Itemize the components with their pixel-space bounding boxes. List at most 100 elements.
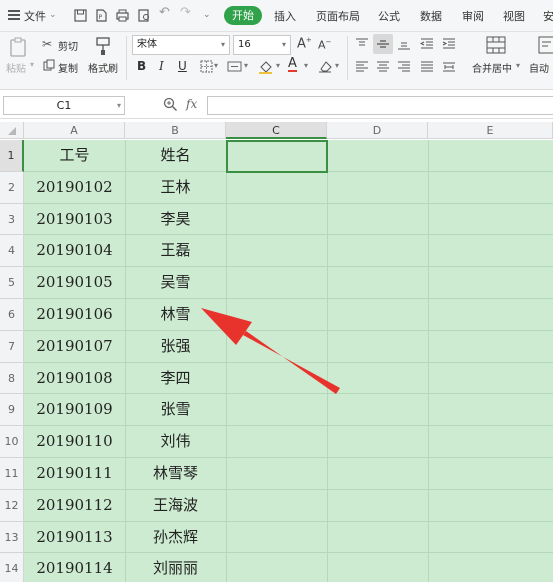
font-name-select[interactable]: 宋体 ▾ bbox=[132, 35, 230, 55]
cell-name[interactable]: 刘丽丽 bbox=[125, 553, 226, 582]
cell-name[interactable]: 刘伟 bbox=[125, 426, 226, 458]
cell-name[interactable]: 李四 bbox=[125, 363, 226, 395]
undo-icon[interactable]: ↶ bbox=[159, 5, 170, 20]
tab-data[interactable]: 数据 bbox=[420, 8, 442, 24]
row-header[interactable]: 9 bbox=[0, 394, 24, 427]
row-header[interactable]: 5 bbox=[0, 267, 24, 299]
increase-indent-icon[interactable] bbox=[442, 37, 456, 51]
row-header[interactable]: 8 bbox=[0, 362, 24, 395]
output-pdf-icon[interactable]: P bbox=[95, 9, 108, 22]
justify-icon[interactable] bbox=[420, 60, 434, 74]
column-header-c[interactable]: C bbox=[226, 122, 327, 139]
paste-chevron-icon[interactable]: ▾ bbox=[30, 60, 34, 69]
increase-font-size-icon[interactable]: A+ bbox=[297, 36, 312, 51]
font-size-select[interactable]: 16 ▾ bbox=[233, 35, 291, 55]
merge-chevron-icon[interactable]: ▾ bbox=[516, 61, 520, 70]
cell-area[interactable]: 工号 姓名 20190102 王林 20190103 李昊 20190104 王磊 201901… bbox=[24, 140, 553, 582]
hamburger-menu-icon[interactable] bbox=[8, 10, 20, 20]
row-header[interactable]: 14 bbox=[0, 553, 24, 582]
cell-name[interactable]: 王磊 bbox=[125, 235, 226, 267]
fx-icon[interactable]: fx bbox=[186, 97, 197, 111]
clear-format-icon[interactable] bbox=[318, 60, 332, 73]
row-header[interactable]: 3 bbox=[0, 203, 24, 236]
tab-review[interactable]: 审阅 bbox=[462, 8, 484, 24]
row-header[interactable]: 6 bbox=[0, 299, 24, 331]
copy-button[interactable]: 复制 bbox=[58, 60, 78, 75]
row-header[interactable]: 11 bbox=[0, 458, 24, 490]
cell-name[interactable]: 李昊 bbox=[125, 204, 226, 236]
tab-view[interactable]: 视图 bbox=[503, 8, 525, 24]
cut-icon[interactable]: ✂ bbox=[42, 37, 52, 51]
font-color-icon[interactable]: A bbox=[288, 57, 297, 72]
row-header[interactable]: 2 bbox=[0, 171, 24, 204]
cell-name[interactable]: 王海波 bbox=[125, 490, 226, 522]
cell-name[interactable]: 孙杰辉 bbox=[125, 522, 226, 554]
distributed-align-icon[interactable] bbox=[442, 60, 456, 74]
cell-name[interactable]: 王林 bbox=[125, 172, 226, 204]
cell-employee-id[interactable]: 20190107 bbox=[24, 331, 125, 363]
paste-icon[interactable] bbox=[9, 37, 27, 57]
cell-name[interactable]: 张雪 bbox=[125, 394, 226, 426]
tab-security[interactable]: 安 bbox=[543, 8, 553, 24]
chevron-down-icon[interactable]: ▾ bbox=[304, 61, 308, 70]
merge-center-button[interactable]: 合并居中 bbox=[472, 60, 512, 75]
align-middle-icon[interactable] bbox=[376, 37, 390, 51]
cell-employee-id[interactable]: 20190103 bbox=[24, 204, 125, 236]
align-left-icon[interactable] bbox=[355, 60, 369, 74]
cell-employee-id[interactable]: 20190111 bbox=[24, 458, 125, 490]
align-center-icon[interactable] bbox=[376, 60, 390, 74]
bold-icon[interactable]: B bbox=[137, 59, 146, 73]
cell-employee-id[interactable]: 20190110 bbox=[24, 426, 125, 458]
format-painter-icon[interactable] bbox=[94, 36, 112, 56]
column-header-b[interactable]: B bbox=[125, 122, 226, 139]
print-icon[interactable] bbox=[116, 9, 129, 22]
auto-wrap-icon[interactable] bbox=[538, 36, 553, 54]
cell-employee-id[interactable]: 20190105 bbox=[24, 267, 125, 299]
row-header[interactable]: 7 bbox=[0, 330, 24, 363]
italic-icon[interactable]: I bbox=[159, 59, 164, 73]
border-icon[interactable] bbox=[200, 60, 213, 73]
cell-name[interactable]: 张强 bbox=[125, 331, 226, 363]
tab-insert[interactable]: 插入 bbox=[274, 8, 296, 24]
row-header[interactable]: 13 bbox=[0, 521, 24, 554]
tab-page-layout[interactable]: 页面布局 bbox=[316, 8, 360, 24]
fill-color-icon[interactable] bbox=[258, 59, 273, 74]
cell-employee-id[interactable]: 工号 bbox=[24, 140, 125, 172]
align-bottom-icon[interactable] bbox=[397, 37, 411, 51]
formula-input[interactable] bbox=[207, 96, 553, 115]
row-header[interactable]: 1 bbox=[0, 140, 24, 172]
select-all-corner[interactable] bbox=[0, 122, 24, 139]
tab-formulas[interactable]: 公式 bbox=[378, 8, 400, 24]
row-header[interactable]: 4 bbox=[0, 235, 24, 268]
save-icon[interactable] bbox=[74, 9, 87, 22]
cell-name[interactable]: 姓名 bbox=[125, 140, 226, 172]
decrease-font-size-icon[interactable]: A− bbox=[318, 38, 331, 52]
print-preview-icon[interactable] bbox=[138, 9, 151, 22]
merge-center-icon[interactable] bbox=[486, 36, 506, 54]
redo-icon[interactable]: ↷ bbox=[180, 5, 191, 20]
align-top-icon[interactable] bbox=[355, 37, 369, 51]
cell-employee-id[interactable]: 20190109 bbox=[24, 394, 125, 426]
decrease-indent-icon[interactable] bbox=[420, 37, 434, 51]
column-header-a[interactable]: A bbox=[24, 122, 125, 139]
cell-name[interactable]: 吴雪 bbox=[125, 267, 226, 299]
chevron-down-icon[interactable]: ▾ bbox=[335, 61, 339, 70]
file-menu[interactable]: 文件 bbox=[24, 8, 46, 24]
cell-employee-id[interactable]: 20190112 bbox=[24, 490, 125, 522]
cell-employee-id[interactable]: 20190102 bbox=[24, 172, 125, 204]
active-cell-c1[interactable] bbox=[226, 140, 328, 173]
name-box[interactable]: C1 ▾ bbox=[3, 96, 125, 115]
copy-icon[interactable] bbox=[43, 59, 55, 71]
tab-start[interactable]: 开始 bbox=[224, 6, 262, 25]
quick-access-more-icon[interactable]: ⌄ bbox=[203, 10, 211, 20]
chevron-down-icon[interactable]: ▾ bbox=[214, 61, 218, 70]
row-header[interactable]: 12 bbox=[0, 489, 24, 522]
chevron-down-icon[interactable]: ▾ bbox=[244, 61, 248, 70]
align-right-icon[interactable] bbox=[397, 60, 411, 74]
column-header-e[interactable]: E bbox=[428, 122, 553, 139]
cell-employee-id[interactable]: 20190106 bbox=[24, 299, 125, 331]
cell-employee-id[interactable]: 20190104 bbox=[24, 235, 125, 267]
zoom-icon[interactable] bbox=[163, 97, 178, 112]
cell-name[interactable]: 林雪琴 bbox=[125, 458, 226, 490]
cut-button[interactable]: 剪切 bbox=[58, 38, 78, 53]
